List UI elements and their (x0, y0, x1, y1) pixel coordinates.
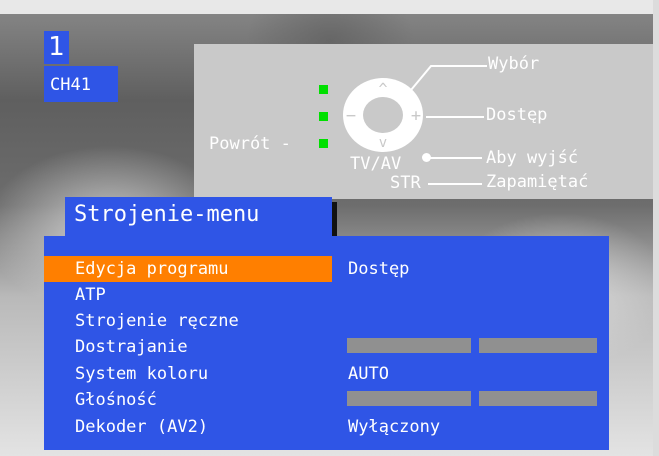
menu-value-edycja-programu: Dostęp (348, 259, 410, 279)
green-indicator-2 (319, 112, 328, 121)
aby-wyjsc-connector-line (428, 157, 482, 159)
right-border (653, 0, 659, 456)
plus-icon: + (411, 106, 421, 126)
menu-value-dekoder-av2: Wyłączony (348, 417, 441, 437)
up-arrow-icon: ^ (378, 80, 387, 98)
program-number: 1 (44, 31, 69, 64)
legend-zapamietac: Zapamiętać (486, 172, 589, 192)
menu-item-dekoder-av2[interactable]: Dekoder (AV2) (44, 414, 332, 440)
legend-str: STR (390, 173, 421, 193)
legend-powrot: Powrót - (209, 134, 291, 154)
wybor-connector-line (410, 65, 487, 91)
menu-value-system-koloru: AUTO (348, 364, 389, 384)
menu-item-edycja-programu[interactable]: Edycja programu (44, 256, 332, 282)
menu-item-atp[interactable]: ATP (44, 282, 332, 308)
legend-wybor: Wybór (488, 54, 540, 74)
str-connector-line (428, 183, 482, 185)
legend-dostep: Dostęp (486, 105, 548, 125)
menu-item-system-koloru[interactable]: System koloru (44, 361, 332, 387)
green-indicator-1 (319, 85, 328, 94)
channel-label: CH41 (44, 66, 118, 102)
menu-title: Strojenie-menu (65, 197, 332, 237)
menu-item-glosnosc[interactable]: Głośność (44, 387, 332, 413)
dostrajanie-bar-left (347, 338, 471, 353)
legend-aby-wyjsc: Aby wyjść (486, 148, 579, 168)
minus-icon: − (346, 106, 356, 126)
remote-legend-panel: ^ v − + Wybór Dostęp Powrót - TV/AV Aby … (194, 44, 653, 199)
menu-item-dostrajanie[interactable]: Dostrajanie (44, 334, 332, 360)
tvav-dot-icon (422, 153, 431, 162)
legend-tvav: TV/AV (350, 154, 402, 174)
glosnosc-bar-right (479, 391, 597, 406)
dostrajanie-bar-right (479, 338, 597, 353)
tuning-menu-panel: Edycja programu Dostęp ATP Strojenie ręc… (44, 236, 609, 450)
menu-item-strojenie-reczne[interactable]: Strojenie ręczne (44, 308, 332, 334)
dostep-connector-line (426, 116, 484, 118)
down-arrow-icon: v (379, 135, 387, 151)
green-indicator-3 (319, 139, 328, 148)
top-border (0, 0, 659, 14)
glosnosc-bar-left (347, 391, 471, 406)
